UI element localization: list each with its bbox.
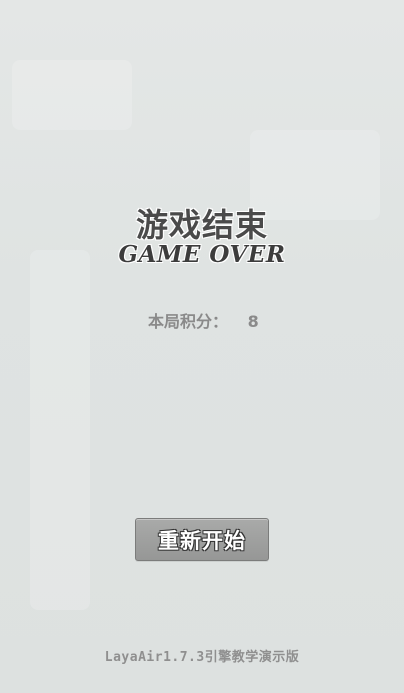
game-over-title: 游戏结束 [135, 206, 268, 244]
score-value: 8 [247, 312, 259, 331]
restart-button[interactable]: 重新开始 [135, 518, 269, 561]
background-shape [12, 60, 132, 130]
score-label: 本局积分： [148, 312, 229, 331]
game-over-screen: 游戏结束 GAME OVER 本局积分： 8 重新开始 LayaAir1.7.3… [0, 0, 404, 693]
game-over-subtitle: GAME OVER [118, 241, 286, 268]
footer-text: LayaAir1.7.3引擎教学演示版 [104, 650, 300, 665]
restart-button-label: 重新开始 [158, 528, 246, 553]
background-shape [30, 250, 90, 610]
score-row: 本局积分： 8 [148, 308, 259, 332]
